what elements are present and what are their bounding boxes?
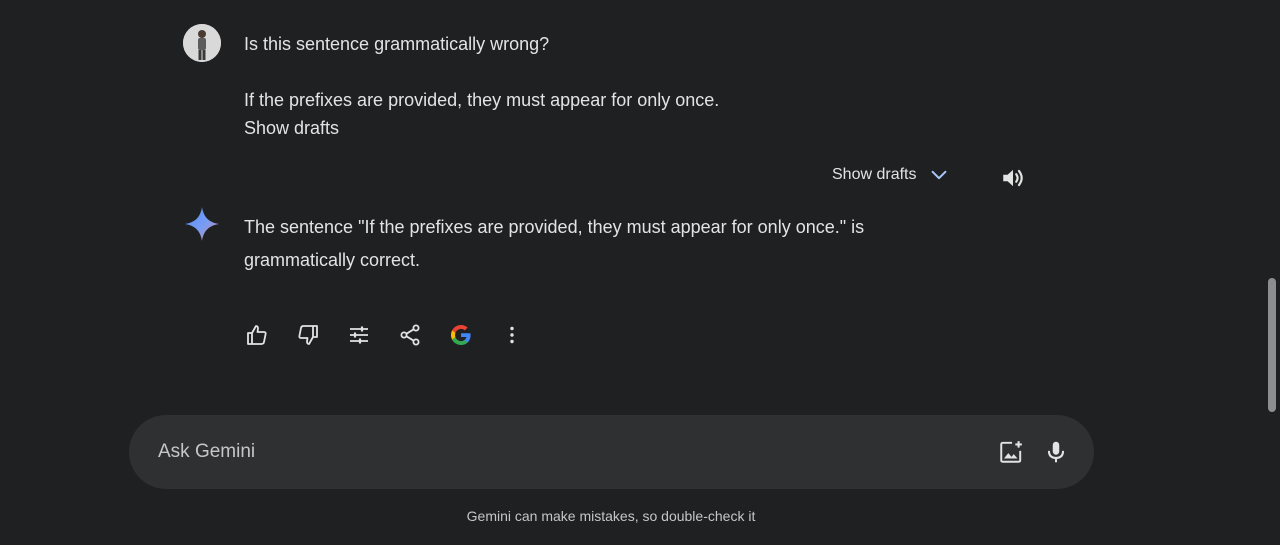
more-options-button[interactable] — [499, 322, 525, 348]
thumb-up-button[interactable] — [244, 322, 270, 348]
scrollbar-thumb[interactable] — [1268, 278, 1276, 412]
thumb-down-button[interactable] — [295, 322, 321, 348]
user-message: Is this sentence grammatically wrong? If… — [244, 30, 719, 142]
thumb-down-icon — [298, 325, 318, 345]
speaker-icon — [1003, 169, 1023, 187]
microphone-button[interactable] — [1043, 439, 1069, 465]
disclaimer-text: Gemini can make mistakes, so double-chec… — [466, 508, 756, 524]
thumb-up-icon — [247, 325, 267, 345]
upload-image-button[interactable] — [998, 439, 1024, 465]
google-icon — [451, 325, 471, 345]
user-message-line: Show drafts — [244, 118, 340, 138]
gemini-sparkle-icon — [183, 205, 221, 243]
listen-button[interactable] — [1000, 165, 1026, 191]
user-avatar — [183, 24, 221, 62]
chevron-down-icon — [932, 170, 947, 180]
add-photo-icon — [1000, 441, 1022, 463]
response-text: The sentence "If the prefixes are provid… — [244, 217, 865, 270]
show-drafts-button[interactable]: Show drafts — [832, 164, 950, 186]
prompt-input[interactable] — [158, 439, 958, 465]
user-message-line: If the prefixes are provided, they must … — [244, 90, 720, 110]
microphone-icon — [1047, 441, 1065, 463]
tune-icon — [350, 326, 368, 344]
response-actions — [244, 322, 550, 348]
more-vert-icon — [510, 326, 514, 344]
share-button[interactable] — [397, 322, 423, 348]
double-check-button[interactable] — [448, 322, 474, 348]
share-icon — [400, 324, 420, 346]
prompt-input-bar — [129, 415, 1094, 489]
modify-response-button[interactable] — [346, 322, 372, 348]
user-message-line: Is this sentence grammatically wrong? — [244, 34, 550, 54]
show-drafts-label: Show drafts — [832, 166, 917, 183]
